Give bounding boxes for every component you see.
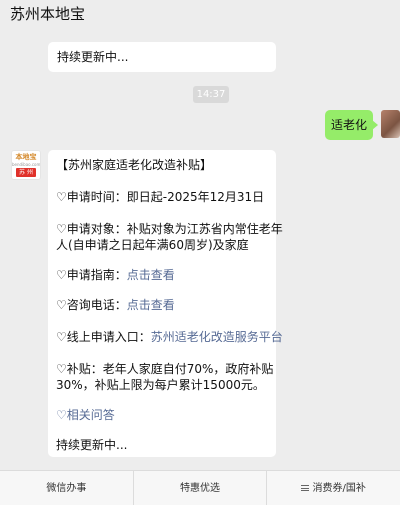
phone-label: ♡咨询电话： [56,298,127,312]
avatar-brand: 本地宝 [15,153,37,161]
tab-special-offers[interactable]: 特惠优选 [132,471,267,505]
account-avatar[interactable]: 本地宝 bendibao.com 苏 州 [11,150,41,180]
article-title: 【苏州家庭适老化改造补贴】 [56,158,213,172]
apply-target-line2: 人(自申请之日起年满60周岁)及家庭 [56,238,249,252]
apply-time-value: 即日起-2025年12月31日 [126,190,265,204]
my-avatar[interactable] [381,110,400,138]
apply-time-row: ♡申请时间：即日起-2025年12月31日 [56,188,274,206]
apply-guide-label: ♡申请指南： [56,268,127,282]
online-apply-label: ♡线上申请入口： [56,330,151,344]
tab-wechat-services-label: 微信办事 [46,483,87,494]
avatar-domain: bendibao.com [12,162,41,167]
more-dots-icon[interactable]: ··· [368,0,390,9]
footer-text: 持续更新中... [56,438,128,452]
apply-time-label: ♡申请时间： [56,190,127,204]
online-apply-row: ♡线上申请入口：苏州适老化改造服务平台 [56,328,283,346]
phone-row: ♡咨询电话：点击查看 [56,296,274,314]
bottom-menu: 微信办事 特惠优选 消费券/国补 [0,470,400,505]
chat-header: 苏州本地宝 ··· [0,0,400,40]
message-text: 持续更新中... [57,50,129,64]
my-message-bubble: 适老化 [325,110,378,140]
article-message-bubble: 【苏州家庭适老化改造补贴】 ♡申请时间：即日起-2025年12月31日 ♡申请对… [48,150,283,457]
online-apply-link[interactable]: 苏州适老化改造服务平台 [151,330,283,344]
tab-coupons[interactable]: 消费券/国补 [266,471,400,505]
tab-wechat-services[interactable]: 微信办事 [0,471,133,505]
chat-title: 苏州本地宝 [10,5,86,23]
apply-guide-link[interactable]: 点击查看 [127,268,175,282]
phone-link[interactable]: 点击查看 [127,298,175,312]
timestamp: 14:37 [193,86,229,103]
faq-link[interactable]: ♡相关问答 [56,406,274,424]
subsidy-line2: 30%，补贴上限为每户累计15000元。 [56,378,265,392]
apply-guide-row: ♡申请指南：点击查看 [56,266,274,284]
tab-special-offers-label: 特惠优选 [180,483,220,494]
avatar-city: 苏 州 [16,168,36,177]
message-bubble: 持续更新中... [48,42,276,72]
menu-icon [301,485,310,491]
tab-coupons-label: 消费券/国补 [312,483,366,494]
